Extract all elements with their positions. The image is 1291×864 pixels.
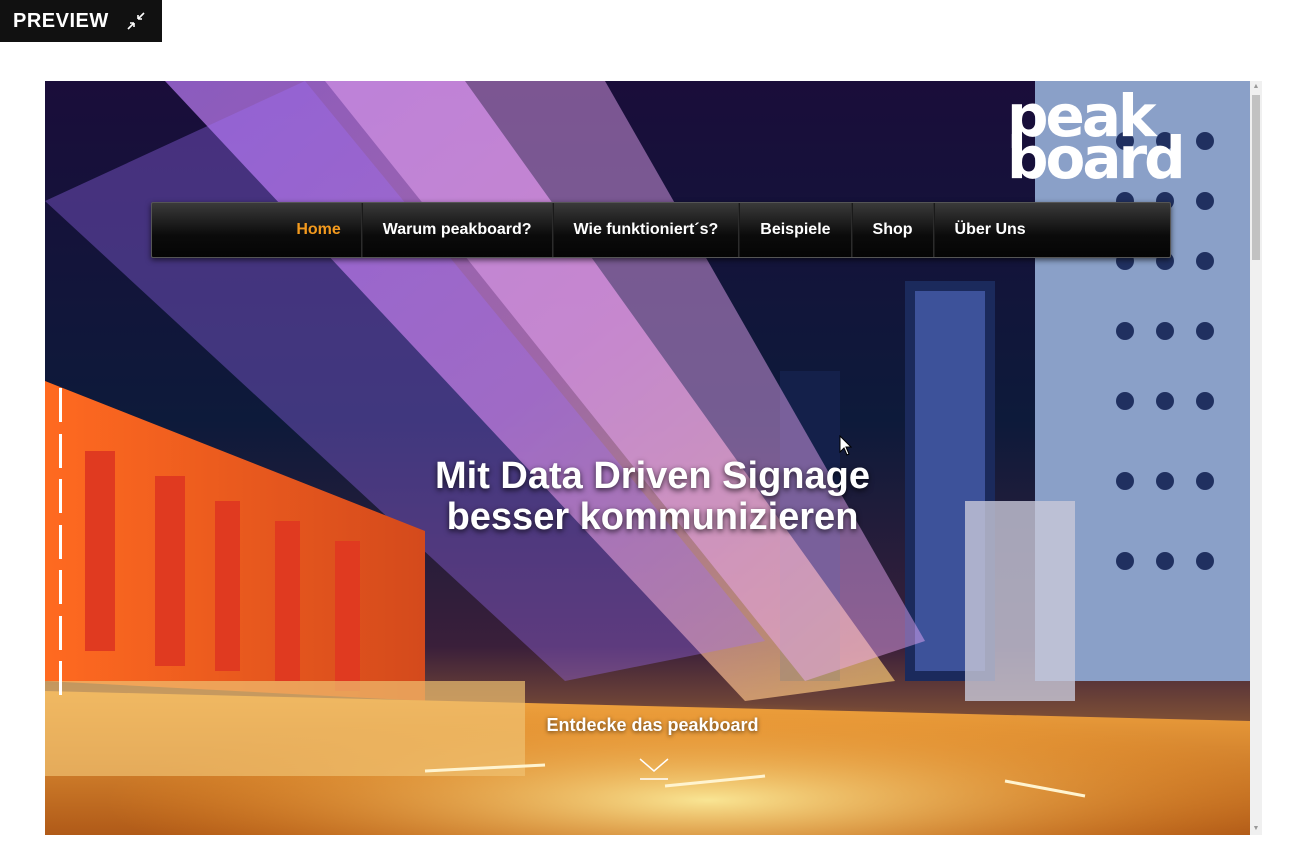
mouse-cursor-icon (839, 435, 853, 456)
nav-item-wie-funktionierts[interactable]: Wie funktioniert´s? (552, 203, 740, 257)
logo-line-board: board (1007, 124, 1186, 192)
slider-indicator[interactable] (59, 388, 63, 695)
chevron-down-icon[interactable] (638, 755, 670, 781)
collapse-icon[interactable] (125, 10, 147, 32)
nav-item-home[interactable]: Home (276, 203, 362, 257)
scroll-thumb[interactable] (1252, 95, 1260, 260)
preview-label: PREVIEW (13, 9, 109, 32)
peakboard-logo[interactable]: peak board (1007, 87, 1186, 192)
nav-item-warum-peakboard[interactable]: Warum peakboard? (361, 203, 553, 257)
hero-headline-line-1: Mit Data Driven Signage (435, 455, 870, 497)
slider-dash[interactable] (59, 661, 62, 695)
nav-item-ueber-uns[interactable]: Über Uns (933, 203, 1046, 257)
scroll-up-icon[interactable]: ▲ (1250, 81, 1262, 93)
preview-badge: PREVIEW (0, 0, 162, 42)
slider-dash[interactable] (59, 615, 62, 650)
nav-item-beispiele[interactable]: Beispiele (739, 203, 852, 257)
slider-dash[interactable] (59, 570, 62, 604)
slider-dash[interactable] (59, 388, 62, 422)
page-scrollbar[interactable]: ▲ ▼ (1250, 81, 1262, 835)
main-navigation: Home Warum peakboard? Wie funktioniert´s… (151, 202, 1171, 258)
nav-item-shop[interactable]: Shop (851, 203, 934, 257)
hero-headline-line-2: besser kommunizieren (446, 496, 859, 538)
scroll-down-icon[interactable]: ▼ (1250, 823, 1262, 835)
hero-section: peak board Home Warum peakboard? Wie fun… (45, 81, 1250, 835)
hero-headline: Mit Data Driven Signage besser kommunizi… (45, 456, 1250, 538)
discover-link[interactable]: Entdecke das peakboard (45, 715, 1250, 736)
